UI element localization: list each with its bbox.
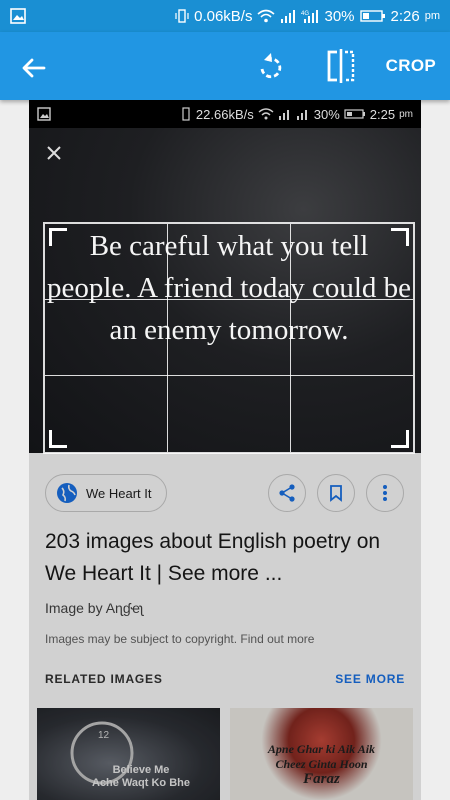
close-icon xyxy=(47,146,61,160)
inner-vibrate-icon xyxy=(182,107,190,121)
status-bar: 0.06kB/s 4G 30% 2:26 pm xyxy=(0,0,450,32)
crop-handle-bottom-right[interactable] xyxy=(391,430,409,448)
grid-line-h1 xyxy=(45,299,413,300)
grid-line-h2 xyxy=(45,375,413,376)
inner-signal-icon xyxy=(278,110,289,120)
inner-signal-4g-icon xyxy=(296,110,307,120)
inner-clock: 2:25 xyxy=(369,106,396,122)
inner-battery-icon xyxy=(344,109,365,119)
rotate-icon[interactable] xyxy=(254,50,288,84)
crop-button[interactable]: CROP xyxy=(386,56,436,76)
vibrate-icon xyxy=(175,9,189,23)
unselected-dim-overlay xyxy=(29,453,421,800)
grid-line-v2 xyxy=(290,224,291,452)
signal-4g-icon: 4G xyxy=(301,10,319,23)
signal-icon xyxy=(281,10,296,23)
wifi-icon xyxy=(257,9,276,23)
battery-icon xyxy=(359,10,385,22)
inner-status-bar: 22.66kB/s 30% 2:25 pm xyxy=(29,100,421,128)
flip-icon[interactable] xyxy=(324,48,358,84)
back-arrow-icon[interactable] xyxy=(18,52,50,84)
inner-battery-percent: 30% xyxy=(313,106,340,122)
crop-handle-bottom-left[interactable] xyxy=(49,430,67,448)
image-notification-icon xyxy=(10,8,26,24)
clock-suffix: pm xyxy=(424,10,440,22)
battery-percent: 30% xyxy=(324,7,355,25)
app-bar: CROP xyxy=(0,32,450,100)
network-speed: 0.06kB/s xyxy=(194,7,253,25)
inner-network-speed: 22.66kB/s xyxy=(195,106,254,122)
inner-wifi-icon xyxy=(258,108,274,120)
inner-image-icon xyxy=(37,107,51,121)
crop-frame[interactable] xyxy=(43,222,415,454)
grid-line-v1 xyxy=(167,224,168,452)
clock: 2:26 xyxy=(390,7,420,25)
crop-handle-top-right[interactable] xyxy=(391,228,409,246)
crop-handle-top-left[interactable] xyxy=(49,228,67,246)
inner-clock-suffix: pm xyxy=(399,108,413,120)
